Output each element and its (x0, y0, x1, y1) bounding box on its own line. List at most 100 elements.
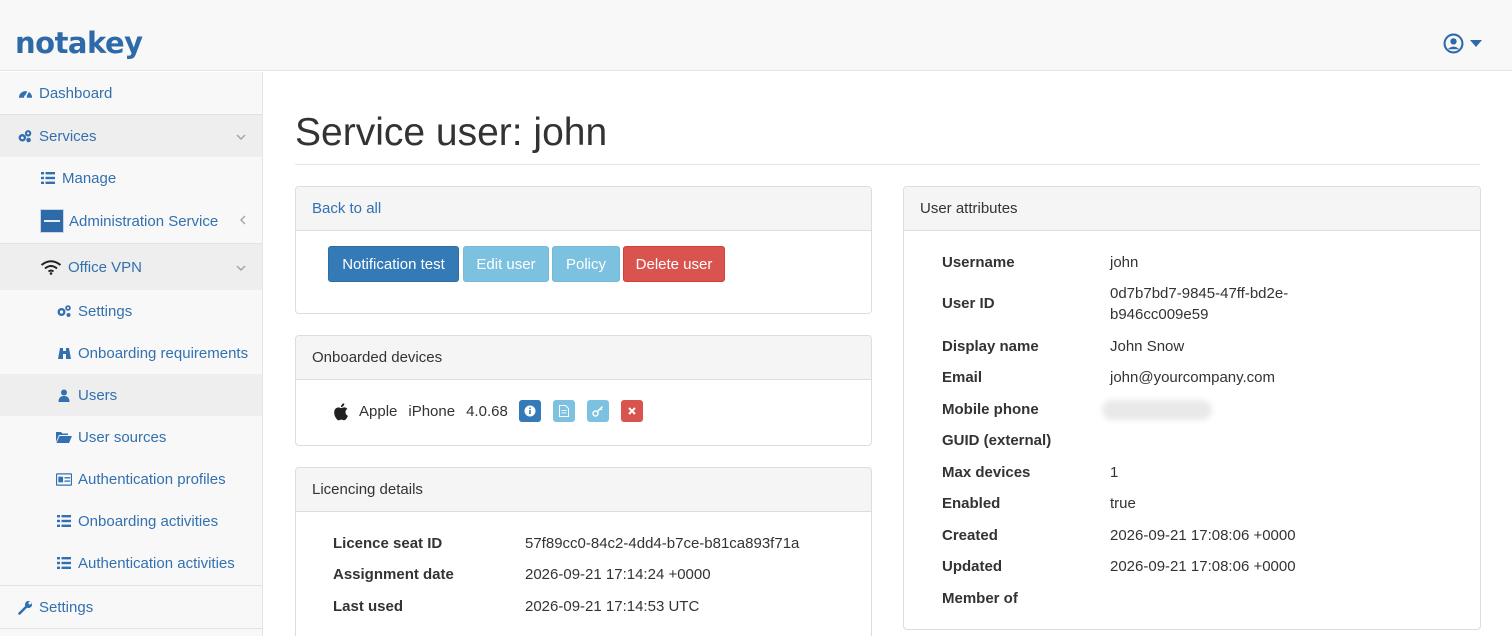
assignment-date-label: Assignment date (333, 566, 454, 583)
username-label: Username (942, 254, 1015, 271)
notification-test-button[interactable]: Notification test (328, 246, 459, 282)
panel-heading: Back to all (296, 187, 871, 231)
divider (295, 164, 1480, 165)
sidebar-item-label: Settings (39, 598, 94, 616)
sidebar-item-label: Administration Service (69, 212, 219, 230)
sidebar: Dashboard Services Manage Administration… (0, 72, 263, 636)
chevron-down-icon (1470, 40, 1482, 47)
dashboard-icon (17, 85, 33, 101)
edit-user-button[interactable]: Edit user (463, 246, 549, 282)
sidebar-item-manage[interactable]: Manage (0, 157, 262, 199)
sidebar-item-label: Manage (62, 169, 117, 187)
close-icon (628, 407, 636, 415)
max-devices-value: 1 (1110, 464, 1119, 481)
device-version: 4.0.68 (466, 402, 508, 420)
key-icon (592, 405, 603, 417)
mobile-phone-value (1102, 400, 1212, 424)
list-icon (56, 555, 72, 571)
sidebar-item-services[interactable]: Services (0, 115, 262, 157)
brand-logo[interactable]: notakey (15, 26, 143, 60)
user-circle-icon (1443, 33, 1464, 54)
sidebar-item-administration-service[interactable]: Administration Service (0, 199, 262, 243)
page-title: Service user: john (295, 111, 608, 154)
services-icon (17, 128, 33, 144)
panel-heading: User attributes (904, 187, 1480, 231)
wifi-icon (40, 259, 62, 275)
list-icon (56, 513, 72, 529)
email-value: john@yourcompany.com (1110, 369, 1276, 386)
service-badge-icon (40, 209, 64, 233)
apple-icon (332, 402, 349, 421)
onboarded-devices-panel: Onboarded devices Apple iPhone 4.0.68 (295, 335, 872, 446)
device-details-button[interactable] (552, 400, 575, 422)
actions-panel: Back to all Notification test Edit user … (295, 186, 872, 314)
info-icon (524, 405, 536, 417)
sidebar-item-label: Authentication profiles (78, 470, 226, 488)
sidebar-item-label: Office VPN (68, 258, 142, 276)
email-label: Email (942, 369, 983, 386)
display-name-label: Display name (942, 338, 1039, 355)
delete-user-button[interactable]: Delete user (623, 246, 725, 282)
divider (0, 628, 262, 629)
device-vendor: Apple (359, 402, 398, 420)
guid-external-label: GUID (external) (942, 432, 1052, 449)
sidebar-item-label: Services (39, 127, 97, 145)
sidebar-item-label: Settings (78, 302, 133, 320)
created-value: 2026-09-21 17:08:06 +0000 (1110, 527, 1296, 544)
display-name-value: John Snow (1110, 338, 1185, 355)
sidebar-item-label: User sources (78, 428, 167, 446)
id-card-icon (56, 471, 72, 487)
folder-open-icon (56, 429, 72, 445)
user-menu-toggle[interactable] (1443, 33, 1482, 54)
enabled-value: true (1110, 495, 1136, 512)
redacted-value (1102, 400, 1212, 420)
last-used-label: Last used (333, 598, 404, 615)
licence-seat-id-value: 57f89cc0-84c2-4dd4-b7ce-b81ca893f71a (525, 535, 800, 552)
device-key-button[interactable] (586, 400, 609, 422)
max-devices-label: Max devices (942, 464, 1031, 481)
device-model: iPhone (408, 402, 456, 420)
panel-heading: Onboarded devices (296, 336, 871, 380)
last-used-value: 2026-09-21 17:14:53 UTC (525, 598, 700, 615)
sidebar-item-onboarding-requirements[interactable]: Onboarding requirements (0, 332, 262, 374)
sidebar-item-user-sources[interactable]: User sources (0, 416, 262, 458)
back-to-all-link[interactable]: Back to all (312, 200, 381, 217)
gears-icon (56, 303, 72, 319)
policy-button[interactable]: Policy (552, 246, 620, 282)
updated-label: Updated (942, 558, 1002, 575)
sidebar-item-office-vpn[interactable]: Office VPN (0, 244, 262, 290)
updated-value: 2026-09-21 17:08:06 +0000 (1110, 558, 1296, 575)
user-id-value-line1: 0d7b7bd7-9845-47ff-bd2e- (1110, 285, 1289, 302)
sidebar-item-label: Dashboard (39, 84, 113, 102)
user-id-label: User ID (942, 295, 995, 312)
chevron-down-icon (236, 260, 246, 274)
member-of-label: Member of (942, 590, 1018, 607)
sidebar-item-label: Users (78, 386, 118, 404)
device-row: Apple iPhone 4.0.68 (332, 400, 655, 422)
sidebar-item-label: Authentication activities (78, 554, 235, 572)
sidebar-item-dashboard[interactable]: Dashboard (0, 72, 262, 114)
user-id-value-line2: b946cc009e59 (1110, 306, 1209, 323)
licencing-details-panel: Licencing details Licence seat ID 57f89c… (295, 467, 872, 636)
sidebar-item-settings[interactable]: Settings (0, 290, 262, 332)
user-icon (56, 387, 72, 403)
top-navbar: notakey (0, 0, 1512, 71)
mobile-phone-label: Mobile phone (942, 401, 1039, 418)
created-label: Created (942, 527, 998, 544)
sidebar-item-global-settings[interactable]: Settings (0, 586, 262, 628)
enabled-label: Enabled (942, 495, 1001, 512)
sidebar-item-users[interactable]: Users (0, 374, 262, 416)
sidebar-item-onboarding-activities[interactable]: Onboarding activities (0, 500, 262, 542)
document-icon (558, 405, 569, 417)
sidebar-item-authentication-activities[interactable]: Authentication activities (0, 542, 262, 584)
sidebar-item-authentication-profiles[interactable]: Authentication profiles (0, 458, 262, 500)
list-icon (40, 170, 56, 186)
chevron-down-icon (236, 129, 246, 143)
device-info-button[interactable] (518, 400, 541, 422)
sidebar-item-label: Onboarding requirements (78, 344, 249, 362)
sidebar-item-label: Onboarding activities (78, 512, 219, 530)
device-remove-button[interactable] (620, 400, 643, 422)
licence-seat-id-label: Licence seat ID (333, 535, 443, 552)
user-attributes-panel: User attributes Username john User ID 0d… (903, 186, 1481, 630)
assignment-date-value: 2026-09-21 17:14:24 +0000 (525, 566, 711, 583)
